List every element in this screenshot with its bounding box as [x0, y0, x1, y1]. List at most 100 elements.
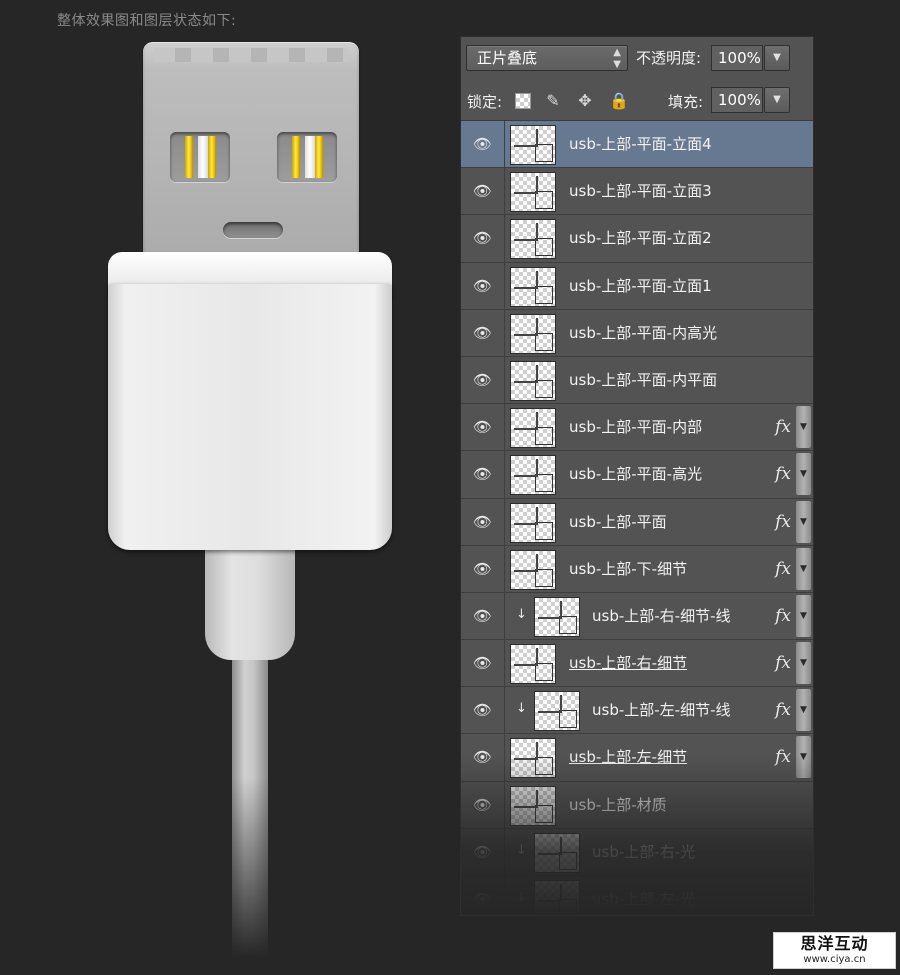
vector-mask-icon [514, 270, 553, 304]
eye-icon[interactable]: 👁 [461, 828, 505, 875]
watermark-url: www.ciya.cn [803, 954, 866, 965]
layer-row[interactable]: 👁 usb-上部-下-细节 fx ▼ [461, 545, 813, 593]
layer-thumbnail[interactable] [534, 832, 580, 873]
layer-row[interactable]: 👁 usb-上部-右-细节 fx ▼ [461, 640, 813, 688]
eye-icon[interactable]: 👁 [461, 876, 505, 915]
layer-thumbnail[interactable] [510, 360, 556, 401]
layer-row[interactable]: 👁 usb-上部-平面-内高光 [461, 309, 813, 357]
layer-name[interactable]: usb-上部-左-细节 [569, 734, 687, 780]
eye-icon[interactable]: 👁 [461, 545, 505, 592]
layer-row[interactable]: 👁 usb-上部-左-细节 fx ▼ [461, 734, 813, 782]
effects-expand-button[interactable]: ▼ [796, 736, 811, 779]
layer-thumbnail[interactable] [510, 785, 556, 826]
transparency-lock-icon[interactable] [515, 93, 531, 109]
eye-icon[interactable]: 👁 [461, 687, 505, 734]
layer-name[interactable]: usb-上部-平面-立面2 [569, 215, 712, 261]
eye-icon[interactable]: 👁 [461, 498, 505, 545]
eye-icon[interactable]: 👁 [461, 121, 505, 168]
layer-thumbnail[interactable] [510, 172, 556, 213]
layer-thumbnail[interactable] [510, 219, 556, 260]
layer-name[interactable]: usb-上部-平面-内部 [569, 404, 702, 450]
layer-name[interactable]: usb-上部-右-细节-线 [592, 593, 731, 639]
move-icon[interactable]: ✥ [575, 91, 595, 111]
fx-icon[interactable]: fx [775, 734, 791, 780]
layer-row[interactable]: 👁 usb-上部-平面-内部 fx ▼ [461, 404, 813, 452]
eye-icon[interactable]: 👁 [461, 592, 505, 640]
effects-expand-button[interactable]: ▼ [796, 500, 811, 543]
layer-name[interactable]: usb-上部-材质 [569, 782, 667, 828]
layer-thumbnail[interactable] [534, 596, 580, 637]
fx-icon[interactable]: fx [775, 546, 791, 592]
lock-icon[interactable]: 🔒 [609, 91, 629, 111]
fx-icon[interactable]: fx [775, 593, 791, 639]
layer-thumbnail[interactable] [510, 644, 556, 685]
effects-expand-button[interactable]: ▼ [796, 594, 811, 637]
layer-thumbnail[interactable] [510, 738, 556, 779]
updown-arrows-icon: ▲ ▼ [613, 47, 621, 70]
fill-input[interactable]: 100% [711, 87, 763, 113]
layer-name[interactable]: usb-上部-下-细节 [569, 546, 687, 592]
fx-icon[interactable]: fx [775, 640, 791, 686]
layer-row[interactable]: 👁 usb-上部-平面-立面2 [461, 215, 813, 263]
layer-row[interactable]: 👁 ↓ usb-上部-右-光 [461, 828, 813, 876]
effects-expand-button[interactable]: ▼ [796, 547, 811, 590]
layer-row[interactable]: 👁 usb-上部-平面-内平面 [461, 356, 813, 405]
layers-panel: 正片叠底 ▲ ▼ 不透明度: 100% ▼ 锁定: ✎ ✥ 🔒 填充: 100% … [460, 36, 814, 916]
effects-expand-button[interactable]: ▼ [796, 453, 811, 496]
eye-icon[interactable]: 👁 [461, 168, 505, 215]
layer-thumbnail[interactable] [510, 549, 556, 590]
layer-row[interactable]: 👁 usb-上部-平面-立面1 [461, 262, 813, 310]
layer-row[interactable]: 👁 ↓ usb-上部-左-细节-线 fx ▼ [461, 687, 813, 735]
fill-dropdown-button[interactable]: ▼ [764, 87, 790, 113]
effects-expand-button[interactable]: ▼ [796, 406, 811, 449]
layer-name[interactable]: usb-上部-平面-高光 [569, 451, 702, 497]
layer-row[interactable]: 👁 usb-上部-平面 fx ▼ [461, 498, 813, 546]
eye-icon[interactable]: 👁 [461, 356, 505, 404]
layer-row[interactable]: 👁 usb-上部-材质 [461, 781, 813, 829]
effects-expand-button[interactable]: ▼ [796, 689, 811, 732]
layer-thumbnail[interactable] [534, 691, 580, 732]
effects-expand-button[interactable]: ▼ [796, 642, 811, 685]
layer-name[interactable]: usb-上部-平面-立面4 [569, 121, 712, 167]
eye-icon[interactable]: 👁 [461, 309, 505, 356]
fx-icon[interactable]: fx [775, 404, 791, 450]
layer-thumbnail[interactable] [510, 408, 556, 449]
opacity-dropdown-button[interactable]: ▼ [764, 45, 790, 71]
opacity-input[interactable]: 100% [711, 45, 763, 71]
layer-name[interactable]: usb-上部-平面-立面1 [569, 263, 712, 309]
layer-thumbnail[interactable] [510, 266, 556, 307]
eye-icon[interactable]: 👁 [461, 262, 505, 309]
layer-row[interactable]: 👁 ↓ usb-上部-右-细节-线 fx ▼ [461, 592, 813, 641]
layer-name[interactable]: usb-上部-左-光 [592, 876, 695, 915]
fx-icon[interactable]: fx [775, 499, 791, 545]
vector-mask-icon [514, 364, 553, 398]
layer-row[interactable]: 👁 ↓ usb-上部-左-光 [461, 876, 813, 915]
layer-name[interactable]: usb-上部-右-光 [592, 829, 695, 875]
layer-name[interactable]: usb-上部-平面-内高光 [569, 310, 717, 356]
eye-icon[interactable]: 👁 [461, 451, 505, 498]
layer-row[interactable]: 👁 usb-上部-平面-立面4 [461, 121, 813, 169]
vector-mask-icon [514, 648, 553, 682]
eye-icon[interactable]: 👁 [461, 404, 505, 451]
layer-thumbnail[interactable] [510, 313, 556, 354]
layer-thumbnail[interactable] [510, 502, 556, 543]
layer-thumbnail[interactable] [510, 455, 556, 496]
layer-name[interactable]: usb-上部-右-细节 [569, 640, 687, 686]
layer-name[interactable]: usb-上部-平面-立面3 [569, 168, 712, 214]
eye-icon[interactable]: 👁 [461, 734, 505, 781]
layer-row[interactable]: 👁 usb-上部-平面-立面3 [461, 168, 813, 216]
fx-icon[interactable]: fx [775, 451, 791, 497]
blend-mode-select[interactable]: 正片叠底 ▲ ▼ [466, 45, 628, 71]
eye-icon[interactable]: 👁 [461, 215, 505, 262]
eye-icon[interactable]: 👁 [461, 640, 505, 687]
layer-thumbnail[interactable] [510, 125, 556, 165]
fx-icon[interactable]: fx [775, 687, 791, 733]
layer-thumbnail[interactable] [534, 880, 580, 915]
layer-row[interactable]: 👁 usb-上部-平面-高光 fx ▼ [461, 451, 813, 499]
brush-icon[interactable]: ✎ [543, 91, 563, 111]
opacity-label: 不透明度: [636, 49, 702, 67]
layer-name[interactable]: usb-上部-左-细节-线 [592, 687, 731, 733]
layer-name[interactable]: usb-上部-平面 [569, 499, 667, 545]
eye-icon[interactable]: 👁 [461, 781, 505, 828]
layer-name[interactable]: usb-上部-平面-内平面 [569, 357, 717, 403]
